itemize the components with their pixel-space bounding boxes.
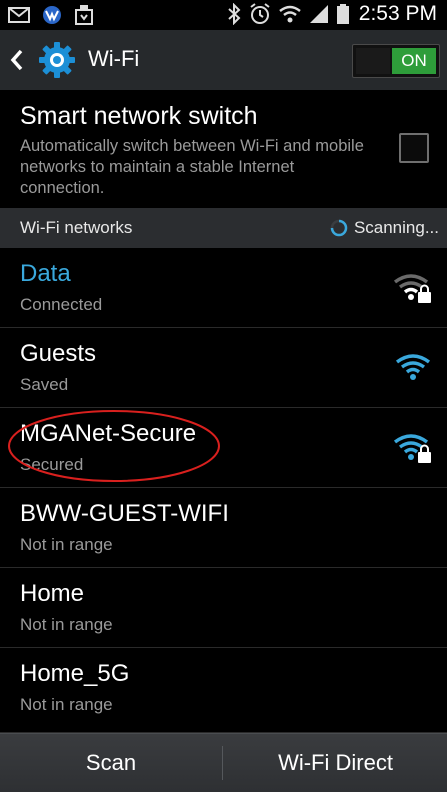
network-item-home-5g[interactable]: Home_5G Not in range (0, 648, 447, 733)
alarm-icon (250, 3, 270, 24)
spinner-icon (330, 219, 348, 237)
wifi-toggle[interactable]: ON (352, 44, 440, 78)
bluetooth-icon (228, 3, 241, 25)
network-item-home[interactable]: Home Not in range (0, 568, 447, 648)
scan-button[interactable]: Scan (0, 734, 222, 792)
network-status: Secured (20, 455, 84, 474)
smart-switch-title: Smart network switch (20, 102, 258, 130)
wifi-icon (395, 354, 431, 380)
back-chevron-icon[interactable] (10, 49, 24, 71)
toggle-track (356, 48, 390, 74)
network-name: BWW-GUEST-WIFI (20, 500, 229, 527)
networks-header-label: Wi-Fi networks (20, 218, 133, 237)
bottom-action-bar: Scan Wi-Fi Direct (0, 733, 447, 792)
smart-switch-checkbox[interactable] (399, 133, 429, 163)
wifi-status-icon (279, 5, 301, 23)
network-status: Connected (20, 295, 103, 314)
voicemail-icon (43, 6, 61, 24)
network-name: Data (20, 260, 71, 287)
network-item-data[interactable]: Data Connected (0, 248, 447, 328)
network-item-guests[interactable]: Guests Saved (0, 328, 447, 408)
toggle-on-label: ON (392, 48, 436, 74)
action-bar: Wi-Fi ON (0, 30, 447, 91)
download-icon (75, 5, 93, 25)
network-name: MGANet-Secure (20, 420, 197, 447)
gear-icon (39, 42, 75, 78)
network-item-mganet-secure[interactable]: MGANet-Secure Secured (0, 408, 447, 488)
network-name: Guests (20, 340, 97, 367)
network-status: Saved (20, 375, 69, 394)
page-title: Wi-Fi (88, 46, 140, 71)
signal-icon (309, 5, 328, 23)
wifi-direct-button[interactable]: Wi-Fi Direct (224, 734, 447, 792)
network-item-bww-guest-wifi[interactable]: BWW-GUEST-WIFI Not in range (0, 488, 447, 568)
mail-icon (8, 7, 30, 23)
scanning-indicator: Scanning... (330, 218, 439, 238)
network-status: Not in range (20, 695, 113, 714)
smart-network-switch[interactable]: Smart network switch Automatically switc… (0, 90, 447, 208)
network-name: Home (20, 580, 85, 607)
wifi-locked-icon (393, 434, 431, 463)
battery-icon (336, 4, 349, 24)
network-name: Home_5G (20, 660, 130, 687)
status-time: 2:53 PM (358, 2, 437, 25)
network-status: Not in range (20, 615, 113, 634)
network-status: Not in range (20, 535, 113, 554)
wifi-locked-icon (393, 274, 431, 303)
networks-header: Wi-Fi networks Scanning... (0, 208, 447, 248)
scanning-label: Scanning... (353, 218, 439, 237)
status-bar: 2:53 PM (0, 0, 447, 30)
bottom-divider (222, 746, 223, 780)
smart-switch-description: Automatically switch between Wi-Fi and m… (20, 137, 364, 197)
